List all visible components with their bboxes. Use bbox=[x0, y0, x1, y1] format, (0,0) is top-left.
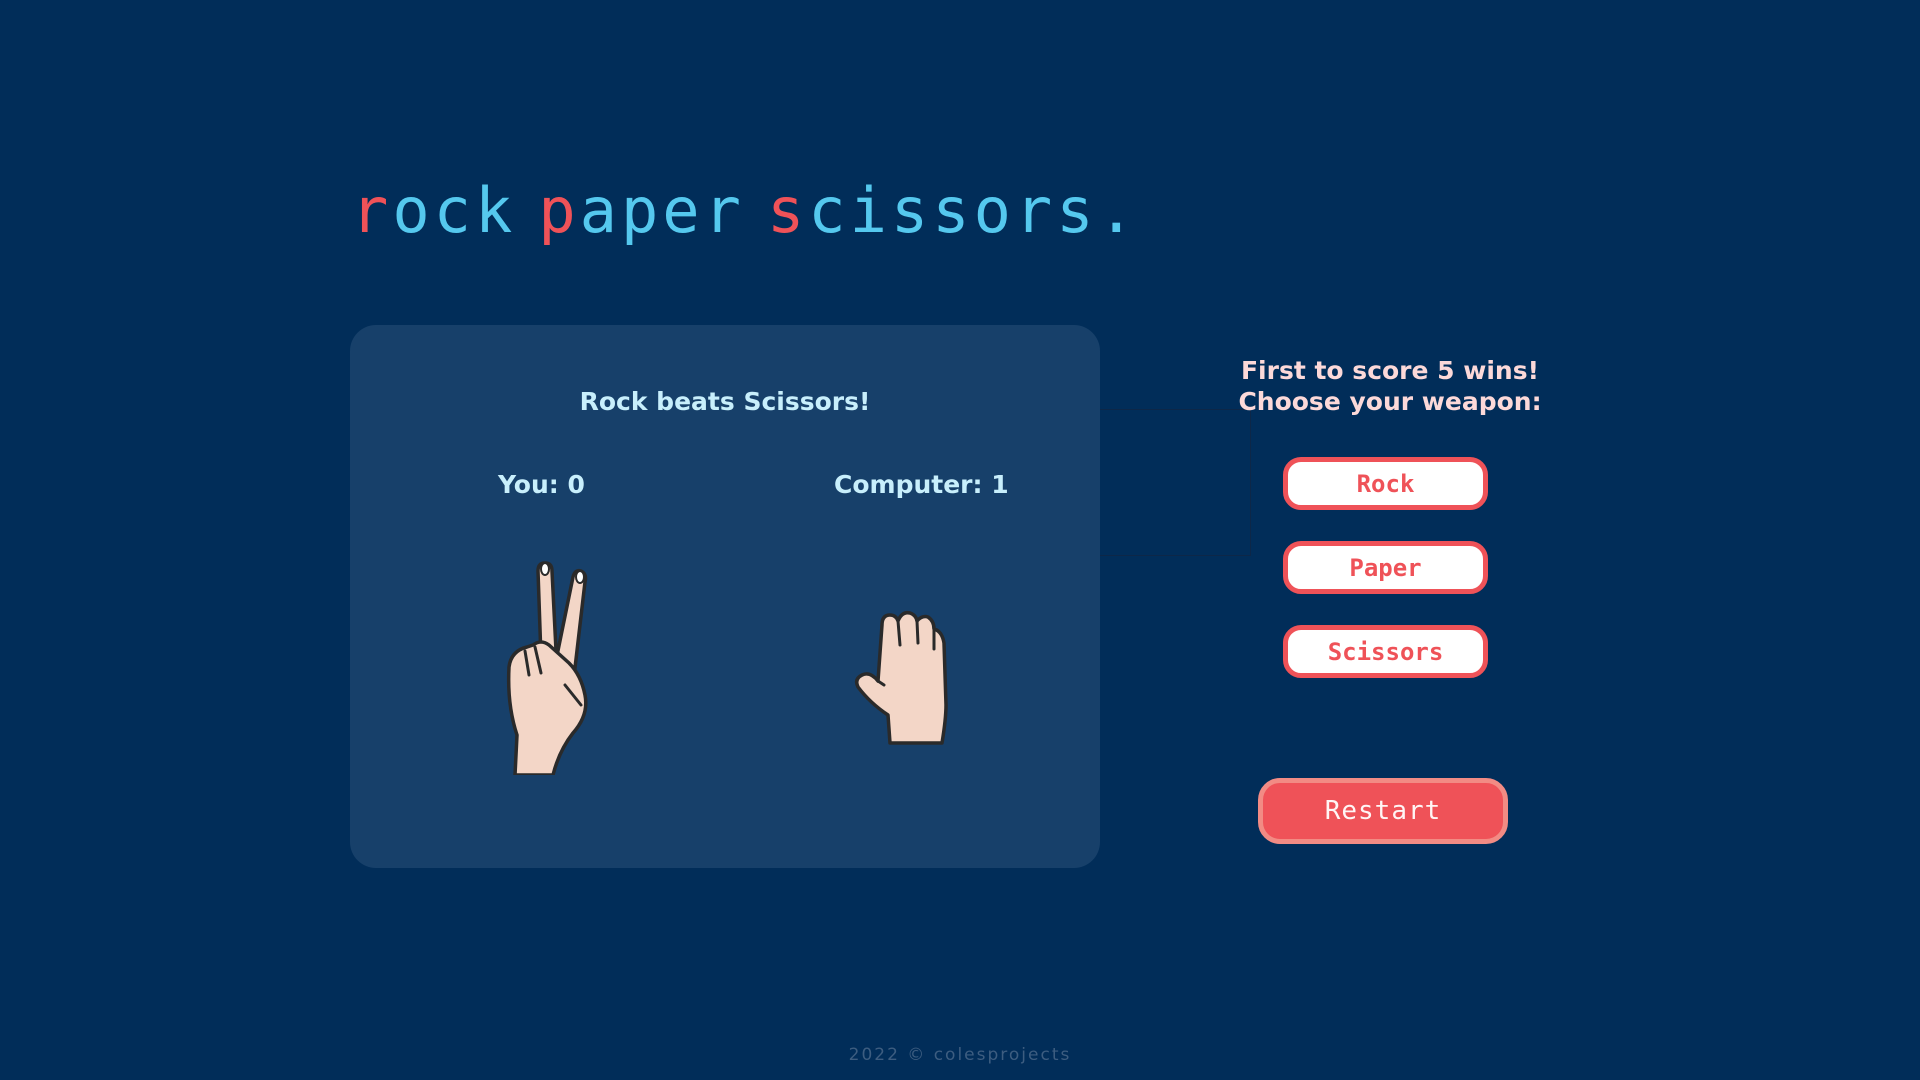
footer-copyright: 2022 © colesprojects bbox=[848, 1045, 1072, 1065]
instruction-line-2: Choose your weapon: bbox=[1238, 387, 1542, 416]
player-score: You: 0 bbox=[498, 470, 585, 499]
round-result: Rock beats Scissors! bbox=[579, 387, 871, 416]
rock-fist-icon bbox=[850, 595, 960, 749]
game-board: Rock beats Scissors! You: 0 Computer: 1 bbox=[350, 325, 1100, 868]
title-accent-s: s bbox=[766, 174, 809, 247]
connector-line bbox=[1100, 409, 1251, 556]
paper-button[interactable]: Paper bbox=[1283, 541, 1488, 594]
instruction-line-1: First to score 5 wins! bbox=[1240, 356, 1540, 385]
title-dot: . bbox=[1097, 174, 1139, 247]
rock-button[interactable]: Rock bbox=[1283, 457, 1488, 510]
scissors-hand-icon bbox=[485, 555, 605, 779]
title-accent-p: p bbox=[538, 174, 580, 247]
title-rest-paper: aper bbox=[579, 174, 745, 247]
title-accent-r: r bbox=[351, 174, 393, 247]
scissors-button[interactable]: Scissors bbox=[1283, 625, 1488, 678]
computer-score: Computer: 1 bbox=[834, 470, 1009, 499]
restart-button[interactable]: Restart bbox=[1258, 778, 1508, 844]
instructions: First to score 5 wins! Choose your weapo… bbox=[1200, 355, 1580, 417]
title-word-scissors: scissors. bbox=[767, 174, 1139, 247]
title-rest-scissors: cissors bbox=[808, 174, 1098, 247]
title-word-rock: rock bbox=[351, 174, 516, 247]
game-title: rock paper scissors. bbox=[351, 180, 1139, 242]
title-word-paper: paper bbox=[538, 174, 745, 247]
title-rest-rock: ock bbox=[392, 174, 517, 247]
